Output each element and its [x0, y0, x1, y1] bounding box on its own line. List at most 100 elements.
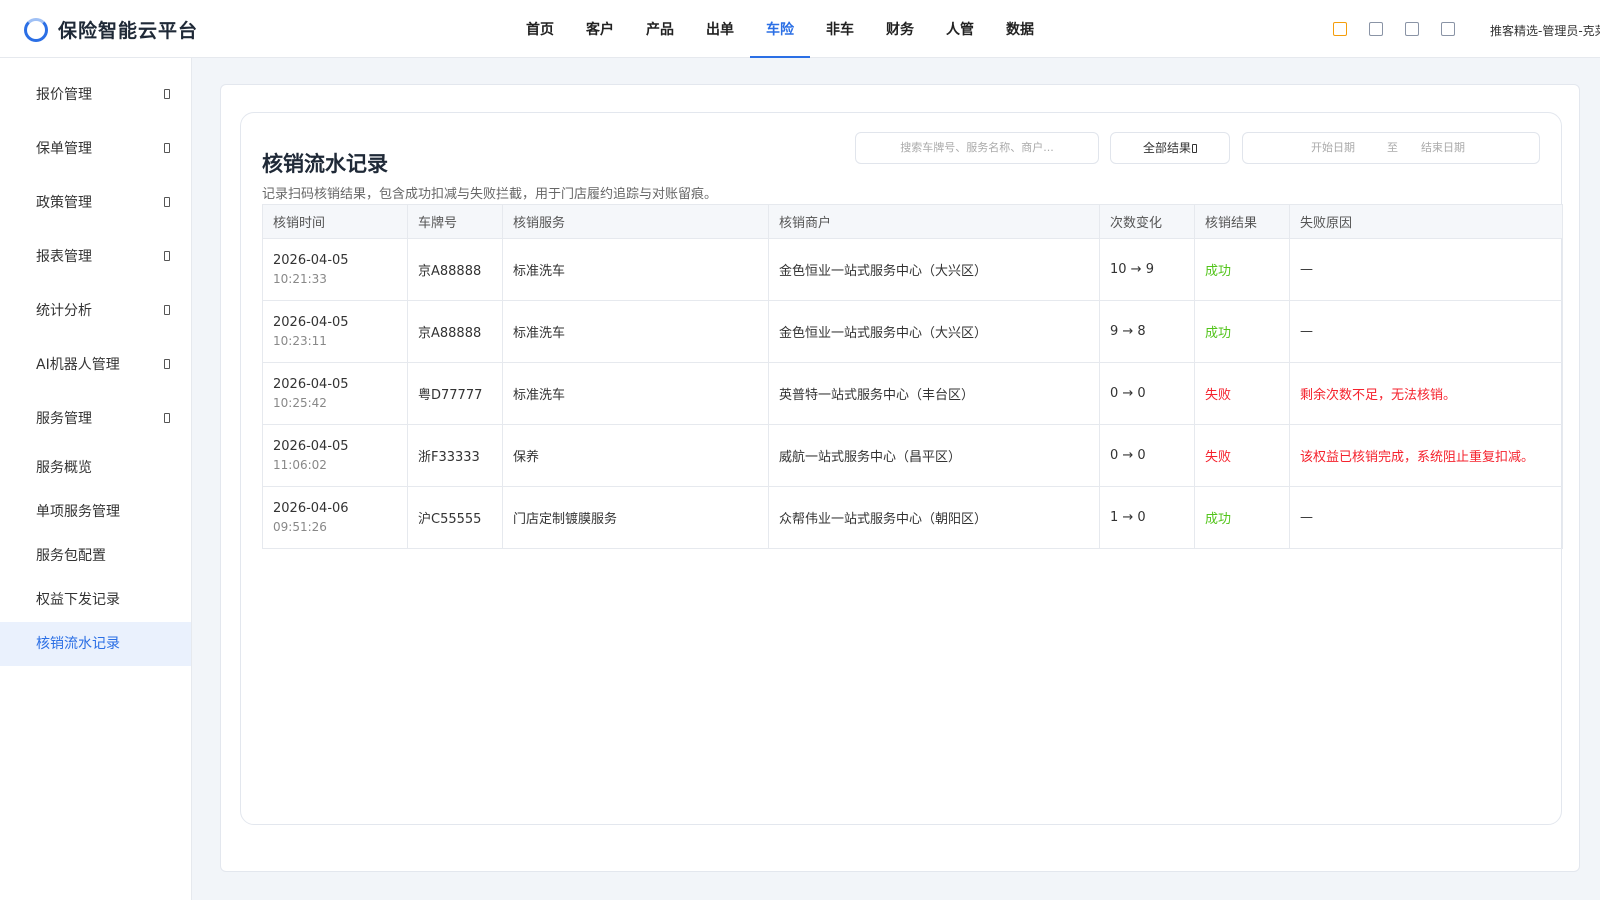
message-icon[interactable] — [1369, 22, 1383, 36]
nav-item-data[interactable]: 数据 — [990, 0, 1050, 58]
sidebar-item-label: 报表管理 — [36, 249, 92, 265]
expand-icon — [164, 359, 170, 369]
cell-service: 标准洗车 — [502, 362, 769, 425]
sidebar-subitem-benefit-records[interactable]: 权益下发记录 — [0, 578, 191, 622]
expand-icon — [164, 143, 170, 153]
sidebar-item-rules[interactable]: 政策管理 — [0, 176, 191, 230]
filter-label: 全部结果 — [1142, 141, 1191, 155]
sidebar: 报价管理 保单管理 政策管理 报表管理 统计分析 AI机器人管理 服务管理 服务… — [0, 58, 192, 900]
col-header-service: 核销服务 — [502, 204, 769, 239]
sidebar-item-analytics[interactable]: 统计分析 — [0, 284, 191, 338]
sidebar-item-service[interactable]: 服务管理 — [0, 392, 191, 446]
cell-time: 2026-04-05 10:21:33 — [262, 238, 408, 301]
sidebar-subitem-redemption-records[interactable]: 核销流水记录 — [0, 622, 191, 666]
nav-item-auto-insurance[interactable]: 车险 — [750, 0, 810, 58]
page-description: 记录扫码核销结果，包含成功扣减与失败拦截，用于门店履约追踪与对账留痕。 — [262, 187, 718, 202]
col-header-time: 核销时间 — [262, 204, 408, 239]
cell-fail-reason: — — [1289, 300, 1563, 363]
col-header-count-change: 次数变化 — [1099, 204, 1195, 239]
top-bar: 保险智能云平台 首页 客户 产品 出单 车险 非车 财务 人管 数据 推客精选-… — [0, 0, 1600, 58]
cell-merchant: 金色恒业一站式服务中心（大兴区） — [768, 300, 1100, 363]
sidebar-item-ai-robot[interactable]: AI机器人管理 — [0, 338, 191, 392]
table-row[interactable]: 2026-04-06 09:51:26 沪C55555 门店定制镀膜服务 众帮伟业… — [262, 486, 1563, 549]
cell-date: 2026-04-05 — [273, 315, 349, 330]
cell-result: 成功 — [1194, 300, 1290, 363]
nav-item-non-auto[interactable]: 非车 — [810, 0, 870, 58]
chevron-down-icon — [1192, 144, 1197, 153]
cell-result: 成功 — [1194, 486, 1290, 549]
cell-merchant: 众帮伟业一站式服务中心（朝阳区） — [768, 486, 1100, 549]
cell-plate: 粤D77777 — [407, 362, 503, 425]
cell-count-change: 0 → 0 — [1099, 424, 1195, 487]
search-input[interactable]: 搜索车牌号、服务名称、商户... — [855, 132, 1099, 164]
cell-clock: 10:21:33 — [273, 272, 327, 286]
cell-date: 2026-04-05 — [273, 439, 349, 454]
cell-fail-reason: — — [1289, 238, 1563, 301]
expand-icon — [164, 413, 170, 423]
sidebar-item-label: 报价管理 — [36, 87, 92, 103]
col-header-plate: 车牌号 — [407, 204, 503, 239]
date-start[interactable]: 开始日期 — [1311, 133, 1355, 163]
sidebar-item-policy[interactable]: 保单管理 — [0, 122, 191, 176]
sidebar-subitem-package-config[interactable]: 服务包配置 — [0, 534, 191, 578]
brand-logo-icon — [24, 17, 48, 42]
cell-time: 2026-04-05 10:25:42 — [262, 362, 408, 425]
cell-result: 失败 — [1194, 424, 1290, 487]
cell-service: 标准洗车 — [502, 300, 769, 363]
cell-fail-reason: — — [1289, 486, 1563, 549]
table-header-row: 核销时间 车牌号 核销服务 核销商户 次数变化 核销结果 失败原因 — [262, 204, 1563, 239]
cell-merchant: 英普特一站式服务中心（丰台区） — [768, 362, 1100, 425]
redemption-table: 核销时间 车牌号 核销服务 核销商户 次数变化 核销结果 失败原因 2026-0… — [262, 204, 1563, 549]
cell-time: 2026-04-06 09:51:26 — [262, 486, 408, 549]
nav-item-home[interactable]: 首页 — [510, 0, 570, 58]
brand[interactable]: 保险智能云平台 — [24, 16, 198, 43]
date-end[interactable]: 结束日期 — [1421, 133, 1465, 163]
sidebar-item-label: 政策管理 — [36, 195, 92, 211]
date-range-picker[interactable]: 开始日期 至 结束日期 — [1242, 132, 1540, 164]
nav-item-customer[interactable]: 客户 — [570, 0, 630, 58]
sidebar-item-label: AI机器人管理 — [36, 357, 120, 373]
cell-date: 2026-04-05 — [273, 377, 349, 392]
expand-icon — [164, 89, 170, 99]
cell-plate: 京A88888 — [407, 238, 503, 301]
nav-item-hr[interactable]: 人管 — [930, 0, 990, 58]
settings-icon[interactable] — [1405, 22, 1419, 36]
current-user[interactable]: 推客精选-管理员-克莱 — [1490, 22, 1600, 39]
cell-time: 2026-04-05 10:23:11 — [262, 300, 408, 363]
table-row[interactable]: 2026-04-05 10:21:33 京A88888 标准洗车 金色恒业一站式服… — [262, 238, 1563, 301]
main-nav: 首页 客户 产品 出单 车险 非车 财务 人管 数据 — [510, 0, 1050, 58]
cell-count-change: 1 → 0 — [1099, 486, 1195, 549]
cell-count-change: 9 → 8 — [1099, 300, 1195, 363]
sidebar-item-label: 统计分析 — [36, 303, 92, 319]
cell-clock: 10:25:42 — [273, 396, 327, 410]
sidebar-item-quote[interactable]: 报价管理 — [0, 68, 191, 122]
date-separator: 至 — [1387, 141, 1398, 154]
table-row[interactable]: 2026-04-05 10:23:11 京A88888 标准洗车 金色恒业一站式服… — [262, 300, 1563, 363]
cell-date: 2026-04-06 — [273, 501, 349, 516]
cell-service: 保养 — [502, 424, 769, 487]
nav-item-product[interactable]: 产品 — [630, 0, 690, 58]
cell-fail-reason: 该权益已核销完成，系统阻止重复扣减。 — [1289, 424, 1563, 487]
expand-icon — [164, 251, 170, 261]
notification-icon[interactable] — [1333, 22, 1347, 36]
cell-count-change: 10 → 9 — [1099, 238, 1195, 301]
col-header-result: 核销结果 — [1194, 204, 1290, 239]
top-icons — [1333, 22, 1477, 36]
fullscreen-icon[interactable] — [1441, 22, 1455, 36]
sidebar-item-reports[interactable]: 报表管理 — [0, 230, 191, 284]
page-title: 核销流水记录 — [262, 152, 388, 176]
table-row[interactable]: 2026-04-05 10:25:42 粤D77777 标准洗车 英普特一站式服务… — [262, 362, 1563, 425]
expand-icon — [164, 305, 170, 315]
cell-plate: 京A88888 — [407, 300, 503, 363]
nav-item-finance[interactable]: 财务 — [870, 0, 930, 58]
sidebar-subitem-service-overview[interactable]: 服务概览 — [0, 446, 191, 490]
table-row[interactable]: 2026-04-05 11:06:02 浙F33333 保养 威航一站式服务中心（… — [262, 424, 1563, 487]
cell-date: 2026-04-05 — [273, 253, 349, 268]
nav-item-issue[interactable]: 出单 — [690, 0, 750, 58]
sidebar-subitem-single-service[interactable]: 单项服务管理 — [0, 490, 191, 534]
result-filter-select[interactable]: 全部结果 — [1110, 132, 1230, 164]
cell-service: 标准洗车 — [502, 238, 769, 301]
cell-clock: 11:06:02 — [273, 458, 327, 472]
expand-icon — [164, 197, 170, 207]
cell-result: 失败 — [1194, 362, 1290, 425]
